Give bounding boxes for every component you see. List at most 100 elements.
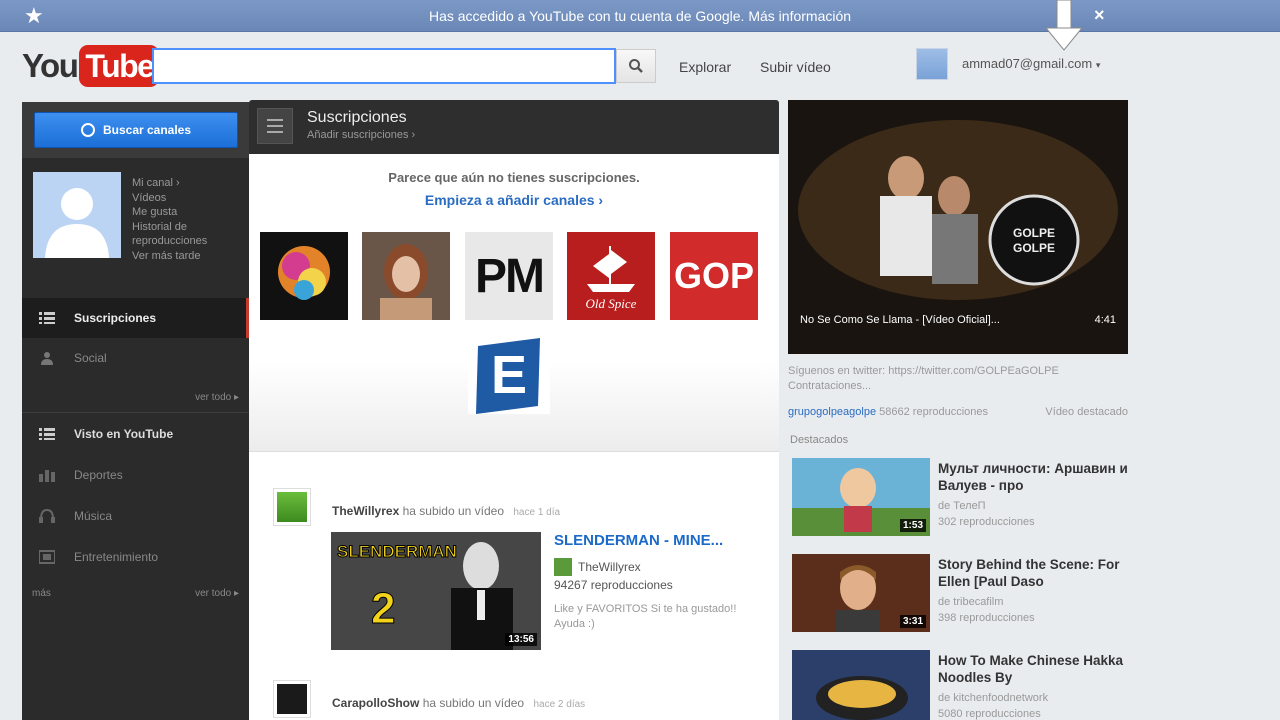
guide-item-entertainment[interactable]: Entretenimiento — [22, 537, 249, 577]
guide-item-music[interactable]: Música — [22, 496, 249, 536]
empty-message: Parece que aún no tienes suscripciones. — [388, 170, 640, 185]
player-badge: GOLPE GOLPE — [1012, 226, 1055, 255]
player-duration: 4:41 — [1094, 314, 1116, 326]
video-thumbnail[interactable]: SLENDERMAN 2 13:56 — [331, 532, 541, 650]
list-icon — [38, 310, 56, 326]
activity-line: TheWillyrex ha subido un vídeo hace 1 dí… — [332, 504, 560, 518]
activity-avatar[interactable] — [273, 680, 311, 718]
chevron-down-icon: ▾ — [1095, 60, 1101, 70]
rec-thumbnail[interactable]: 1:53 — [792, 458, 930, 536]
channel-thumb-gop[interactable]: GOP — [670, 232, 758, 320]
rec-thumbnail[interactable]: 3:31 — [792, 554, 930, 632]
recommended-video[interactable]: How To Make Chinese Hakka Noodles By de … — [792, 650, 1128, 720]
activity-line: CarapolloShow ha subido un vídeo hace 2 … — [332, 696, 585, 710]
channel-thumb-label: E — [490, 345, 528, 405]
logo-tube: Tube — [79, 45, 160, 87]
search-button[interactable] — [616, 49, 656, 83]
guide-item-label: Visto en YouTube — [74, 427, 174, 441]
rec-title[interactable]: Мульт личности: Аршавин и Валуев - про — [938, 460, 1128, 494]
history-link[interactable]: Historial de reproducciones — [132, 220, 224, 249]
guide-divider — [22, 412, 249, 413]
menu-icon[interactable] — [257, 108, 293, 144]
videos-link[interactable]: Vídeos — [132, 191, 224, 206]
channel-thumb-e[interactable]: E — [468, 338, 550, 414]
account-avatar[interactable] — [916, 48, 948, 80]
rec-title[interactable]: How To Make Chinese Hakka Noodles By — [938, 652, 1128, 686]
channel-thumb-colorful[interactable] — [260, 232, 348, 320]
guide-top: Buscar canales — [22, 102, 249, 158]
rec-title[interactable]: Story Behind the Scene: For Ellen [Paul … — [938, 556, 1128, 590]
rec-author[interactable]: de kitchenfoodnetwork — [938, 692, 1048, 704]
likes-link[interactable]: Me gusta — [132, 205, 224, 220]
activity-user-link[interactable]: TheWillyrex — [332, 504, 399, 518]
featured-meta: grupogolpeagolpe 58662 reproducciones Ví… — [788, 406, 1128, 418]
headphones-icon — [38, 508, 56, 524]
notification-bar: ★ Has accedido a YouTube con tu cuenta d… — [0, 0, 1280, 32]
video-title-link[interactable]: SLENDERMAN - MINE... — [554, 532, 723, 549]
activity-user-link[interactable]: CarapolloShow — [332, 696, 419, 710]
section-heading: Destacados — [790, 434, 849, 446]
channel-thumb-portrait[interactable] — [362, 232, 450, 320]
tv-icon — [38, 549, 56, 565]
player-title[interactable]: No Se Como Se Llama - [Vídeo Oficial]... — [800, 314, 1000, 326]
featured-description: Síguenos en twitter: https://twitter.com… — [788, 365, 1059, 392]
thumbnail-number: 2 — [370, 584, 396, 634]
rec-duration: 3:31 — [899, 615, 926, 628]
video-views: 94267 reproducciones — [554, 578, 673, 592]
activity-action: ha subido un vídeo — [402, 504, 505, 518]
channel-mini-avatar — [554, 558, 572, 576]
featured-channel-link[interactable]: grupogolpeagolpe — [788, 406, 876, 418]
video-channel-link[interactable]: TheWillyrex — [578, 560, 641, 574]
thumbnail-text: SLENDERMAN — [337, 542, 458, 562]
plus-circle-icon — [80, 123, 95, 137]
recommended-video[interactable]: 1:53 Мульт личности: Аршавин и Валуев - … — [792, 458, 1128, 538]
account-email: ammad07@gmail.com — [962, 56, 1093, 71]
guide-item-label: Música — [74, 509, 113, 523]
channel-thumb-label: GOP — [673, 255, 754, 296]
search-input[interactable] — [152, 48, 616, 84]
guide-item-label: Entretenimiento — [74, 550, 159, 564]
explore-link[interactable]: Explorar — [679, 59, 731, 75]
guide-item-popular[interactable]: Visto en YouTube — [22, 414, 249, 454]
youtube-logo[interactable]: You Tube — [22, 44, 160, 88]
rec-views: 302 reproducciones — [938, 516, 1035, 528]
browse-channels-button[interactable]: Buscar canales — [34, 112, 238, 148]
rec-thumbnail[interactable] — [792, 650, 930, 720]
feed-title: Suscripciones — [307, 109, 407, 126]
guide-sidebar: Buscar canales Mi canal › Vídeos Me gust… — [22, 102, 249, 720]
account-menu[interactable]: ammad07@gmail.com ▾ — [962, 56, 1100, 71]
featured-video-player[interactable]: GOLPE GOLPE No Se Como Se Llama - [Vídeo… — [788, 100, 1128, 354]
guide-item-label: Deportes — [74, 468, 123, 482]
rec-views: 398 reproducciones — [938, 612, 1035, 624]
my-channel-link[interactable]: Mi canal › — [132, 176, 224, 191]
bar-chart-icon — [38, 467, 56, 483]
profile-links: Mi canal › Vídeos Me gusta Historial de … — [132, 176, 224, 263]
guide-item-social[interactable]: Social — [22, 338, 249, 378]
rec-views: 5080 reproducciones — [938, 708, 1041, 720]
profile-avatar[interactable] — [33, 172, 121, 258]
video-description: Like y FAVORITOS Si te ha gustado!! Ayud… — [554, 603, 737, 630]
activity-time: hace 2 días — [533, 699, 586, 710]
guide-section-label: más — [32, 588, 51, 599]
recommended-video[interactable]: 3:31 Story Behind the Scene: For Ellen [… — [792, 554, 1128, 634]
channel-thumb-pm[interactable]: PM — [465, 232, 553, 320]
rec-author[interactable]: de tribecafilm — [938, 596, 1003, 608]
logo-you: You — [22, 47, 79, 84]
watch-later-link[interactable]: Ver más tarde — [132, 249, 224, 264]
close-icon[interactable]: × — [1094, 5, 1105, 26]
guide-item-sports[interactable]: Deportes — [22, 455, 249, 495]
guide-item-label: Suscripciones — [74, 311, 157, 325]
see-all-link[interactable]: ver todo ▸ — [195, 392, 239, 403]
start-adding-channels-link[interactable]: Empieza a añadir canales › — [249, 192, 779, 208]
guide-item-label: Social — [74, 351, 107, 365]
add-subscriptions-link[interactable]: Añadir suscripciones › — [307, 129, 415, 141]
activity-avatar[interactable] — [273, 488, 311, 526]
guide-item-subscriptions[interactable]: Suscripciones — [22, 298, 249, 338]
see-all-link[interactable]: ver todo ▸ — [195, 588, 239, 599]
upload-link[interactable]: Subir vídeo — [760, 59, 831, 75]
video-channel: TheWillyrex — [554, 558, 641, 576]
channel-thumb-old-spice[interactable]: Old Spice — [567, 232, 655, 320]
empty-subscriptions-panel: Parece que aún no tienes suscripciones. … — [249, 154, 779, 452]
notification-message[interactable]: Has accedido a YouTube con tu cuenta de … — [0, 8, 1280, 24]
rec-author[interactable]: de ТелеП — [938, 500, 986, 512]
